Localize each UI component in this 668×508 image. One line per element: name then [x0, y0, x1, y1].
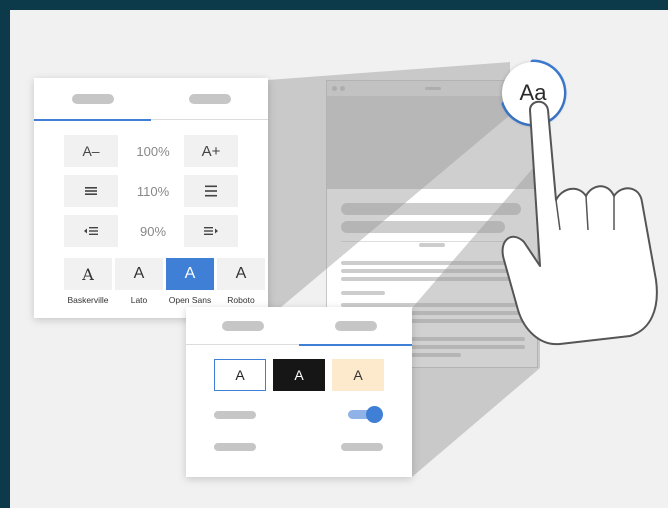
increase-font-size-button[interactable]: A+	[184, 135, 238, 167]
indent-increase-icon	[204, 227, 218, 235]
setting-value-placeholder	[341, 443, 383, 451]
increase-margin-button[interactable]	[184, 215, 238, 247]
font-option-open-sans[interactable]: A	[166, 258, 214, 290]
panel-tabs	[34, 78, 268, 121]
indent-decrease-icon	[84, 227, 98, 235]
decrease-line-height-button[interactable]	[64, 175, 118, 207]
theme-option-black[interactable]: A	[273, 359, 325, 391]
active-tab-indicator	[299, 344, 412, 346]
theme-option-sepia[interactable]: A	[332, 359, 384, 391]
tab-label-placeholder	[72, 94, 114, 104]
font-label-roboto: Roboto	[227, 295, 255, 305]
margin-value: 90%	[139, 223, 167, 239]
increase-line-height-button[interactable]	[184, 175, 238, 207]
decrease-font-size-button[interactable]: A–	[64, 135, 118, 167]
pointing-hand-icon	[501, 100, 658, 346]
tab-theme[interactable]	[299, 307, 412, 346]
theme-option-white[interactable]: A	[214, 359, 266, 391]
font-option-baskerville[interactable]: A	[64, 258, 112, 290]
font-size-value: 100%	[136, 143, 170, 159]
line-height-value: 110%	[136, 183, 170, 199]
tab-label-placeholder	[189, 94, 231, 104]
tab-text-size[interactable]	[186, 307, 299, 345]
panel-tabs	[186, 307, 412, 346]
align-justify-icon	[85, 187, 97, 195]
tab-text-size[interactable]	[34, 78, 151, 121]
font-option-lato[interactable]: A	[115, 258, 163, 290]
active-tab-indicator	[34, 119, 151, 121]
theme-settings-panel: A A A	[186, 307, 412, 477]
decrease-margin-button[interactable]	[64, 215, 118, 247]
tab-theme[interactable]	[151, 78, 268, 120]
tab-label-placeholder	[222, 321, 264, 331]
tab-label-placeholder	[335, 321, 377, 331]
setting-label-placeholder	[214, 443, 256, 451]
typography-settings-panel: A– 100% A+ 110% 90% A Baskerville A Lato…	[34, 78, 268, 318]
font-option-roboto[interactable]: A	[217, 258, 265, 290]
toggle-knob[interactable]	[366, 406, 383, 423]
setting-label-placeholder	[214, 411, 256, 419]
align-center-icon	[205, 185, 217, 197]
